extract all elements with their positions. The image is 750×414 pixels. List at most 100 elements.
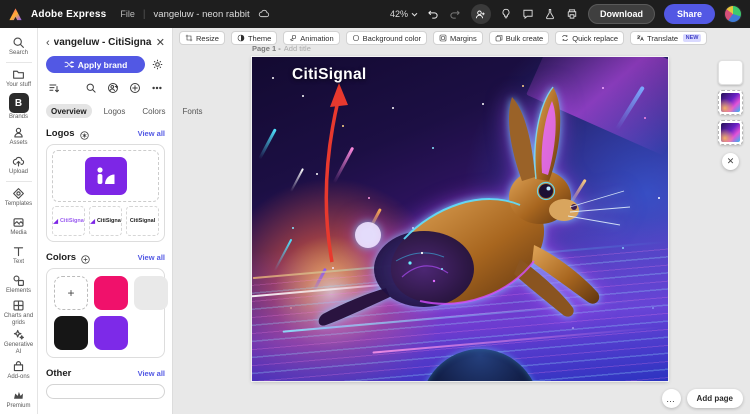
- redo-icon[interactable]: [449, 8, 462, 21]
- add-page-button[interactable]: Add page: [686, 389, 743, 408]
- animation-icon: [290, 34, 297, 42]
- quick-replace-button[interactable]: Quick replace: [555, 31, 625, 45]
- color-swatch-gray[interactable]: [134, 276, 168, 310]
- close-rail-button[interactable]: ✕: [722, 153, 739, 170]
- file-menu[interactable]: File: [120, 9, 135, 19]
- pages-rail: ✕: [718, 60, 743, 170]
- chevron-down-icon: [411, 12, 418, 17]
- sidebar-item-elements[interactable]: Elements: [0, 269, 38, 298]
- sidebar-item-text[interactable]: Text: [0, 240, 38, 269]
- colors-view-all-link[interactable]: View all: [138, 253, 165, 262]
- translate-button[interactable]: Translate NEW: [630, 31, 707, 45]
- citisignal-logo-mark: [84, 157, 127, 195]
- divider: |: [142, 8, 146, 20]
- shuffle-icon: [64, 61, 74, 68]
- thumbnail-rabbit-2[interactable]: [718, 120, 743, 145]
- sidebar-item-premium[interactable]: Premium: [0, 385, 38, 414]
- sidebar-item-your-stuff[interactable]: Your stuff: [0, 64, 38, 93]
- thumbnail-rabbit-1[interactable]: [718, 90, 743, 115]
- cloud-sync-icon[interactable]: [258, 8, 271, 21]
- brand-tabs: Overview Logos Colors Fonts: [46, 104, 203, 118]
- premium-icon: [14, 392, 23, 399]
- download-button[interactable]: Download: [587, 4, 655, 24]
- workspace: Resize Theme Animation Background color …: [173, 28, 750, 414]
- close-panel-icon[interactable]: ✕: [156, 36, 165, 49]
- sidebar-item-upload[interactable]: Upload: [0, 151, 38, 180]
- brand-panel-title: vangeluw - CitiSignal_: [53, 37, 152, 48]
- resize-icon: [185, 34, 193, 42]
- bulk-create-button[interactable]: Bulk create: [488, 31, 550, 45]
- sidebar-item-add-ons[interactable]: Add-ons: [0, 356, 38, 385]
- sidebar-item-media[interactable]: Media: [0, 212, 38, 241]
- logo-tile-dark[interactable]: i◢ CitiSignal: [89, 206, 122, 236]
- margins-button[interactable]: Margins: [433, 31, 483, 45]
- app-name: Adobe Express: [31, 8, 107, 20]
- document-title[interactable]: vangeluw - neon rabbit: [154, 9, 250, 20]
- canvas-toolbar: Resize Theme Animation Background color …: [179, 31, 707, 45]
- sidebar-item-assets[interactable]: Assets: [0, 122, 38, 151]
- other-view-all-link[interactable]: View all: [138, 369, 165, 378]
- beta-flask-icon[interactable]: [544, 8, 557, 21]
- canvas-page[interactable]: CitiSignal: [252, 57, 668, 381]
- invite-people-icon[interactable]: [470, 4, 491, 24]
- back-chevron-icon[interactable]: ‹: [46, 37, 50, 49]
- upload-cloud-icon: [12, 156, 25, 167]
- logos-view-all-link[interactable]: View all: [138, 129, 165, 138]
- adobe-express-app: Adobe Express File | vangeluw - neon rab…: [0, 0, 750, 414]
- elements-icon: [13, 274, 24, 286]
- tab-overview[interactable]: Overview: [46, 104, 92, 118]
- other-empty-item[interactable]: [46, 384, 165, 399]
- thumbnail-image: [721, 123, 740, 142]
- animation-button[interactable]: Animation: [283, 31, 340, 45]
- sort-icon[interactable]: [47, 81, 61, 95]
- sidebar-item-charts-and-grids[interactable]: Charts and grids: [0, 298, 38, 327]
- logo-tile-primary[interactable]: [52, 150, 159, 202]
- zoom-control[interactable]: 42%: [390, 9, 418, 19]
- tab-fonts[interactable]: Fonts: [178, 104, 208, 118]
- more-icon[interactable]: [150, 81, 164, 95]
- share-button[interactable]: Share: [663, 4, 715, 24]
- divider: [5, 180, 32, 182]
- theme-button[interactable]: Theme: [230, 31, 278, 45]
- left-sidebar: Search Your stuff B Brands Assets Upload…: [0, 28, 38, 414]
- print-icon[interactable]: [566, 8, 579, 21]
- sidebar-item-brands[interactable]: B Brands: [0, 93, 38, 122]
- logos-sync-icon: [79, 128, 90, 140]
- resize-button[interactable]: Resize: [179, 31, 225, 45]
- add-color-icon[interactable]: [80, 252, 91, 264]
- search-icon[interactable]: [84, 81, 98, 95]
- sidebar-item-generative-ai[interactable]: Generative AI: [0, 327, 38, 356]
- apply-brand-button[interactable]: Apply brand: [46, 56, 145, 73]
- share-brand-icon[interactable]: [106, 81, 120, 95]
- tab-logos[interactable]: Logos: [99, 104, 131, 118]
- color-swatch-pink[interactable]: [94, 276, 128, 310]
- quick-replace-icon: [562, 35, 569, 41]
- logo-tile-wordmark[interactable]: CitiSignal: [126, 206, 159, 236]
- page-label[interactable]: Page 1 - Add title: [252, 44, 311, 53]
- background-color-button[interactable]: Background color: [345, 31, 428, 45]
- brands-icon: B: [8, 93, 29, 114]
- add-ons-icon: [13, 361, 24, 372]
- color-swatch-purple[interactable]: [94, 316, 128, 350]
- avatar[interactable]: [724, 5, 742, 23]
- add-circle-icon[interactable]: [128, 81, 142, 95]
- lightbulb-icon[interactable]: [500, 8, 513, 21]
- color-swatch-black[interactable]: [54, 316, 88, 350]
- folder-icon: [13, 70, 24, 79]
- comment-icon[interactable]: [522, 8, 535, 21]
- citisignal-text-layer[interactable]: CitiSignal: [292, 66, 366, 84]
- more-pages-button[interactable]: …: [661, 389, 681, 408]
- red-arrow-annotation[interactable]: [252, 57, 668, 381]
- sidebar-item-search[interactable]: Search: [0, 32, 38, 61]
- footer-controls: … Add page: [661, 389, 743, 408]
- logo-tile-light[interactable]: i◢ CitiSignal: [52, 206, 85, 236]
- thumbnail-blank[interactable]: [718, 60, 743, 85]
- undo-icon[interactable]: [427, 8, 440, 21]
- add-swatch-button[interactable]: +: [54, 276, 88, 310]
- adobe-express-logo-icon[interactable]: [8, 7, 23, 22]
- tab-colors[interactable]: Colors: [137, 104, 170, 118]
- sidebar-item-templates[interactable]: Templates: [0, 183, 38, 212]
- divider: [5, 61, 32, 63]
- other-heading: Other: [46, 368, 72, 379]
- brand-settings-gear-icon[interactable]: [150, 57, 165, 72]
